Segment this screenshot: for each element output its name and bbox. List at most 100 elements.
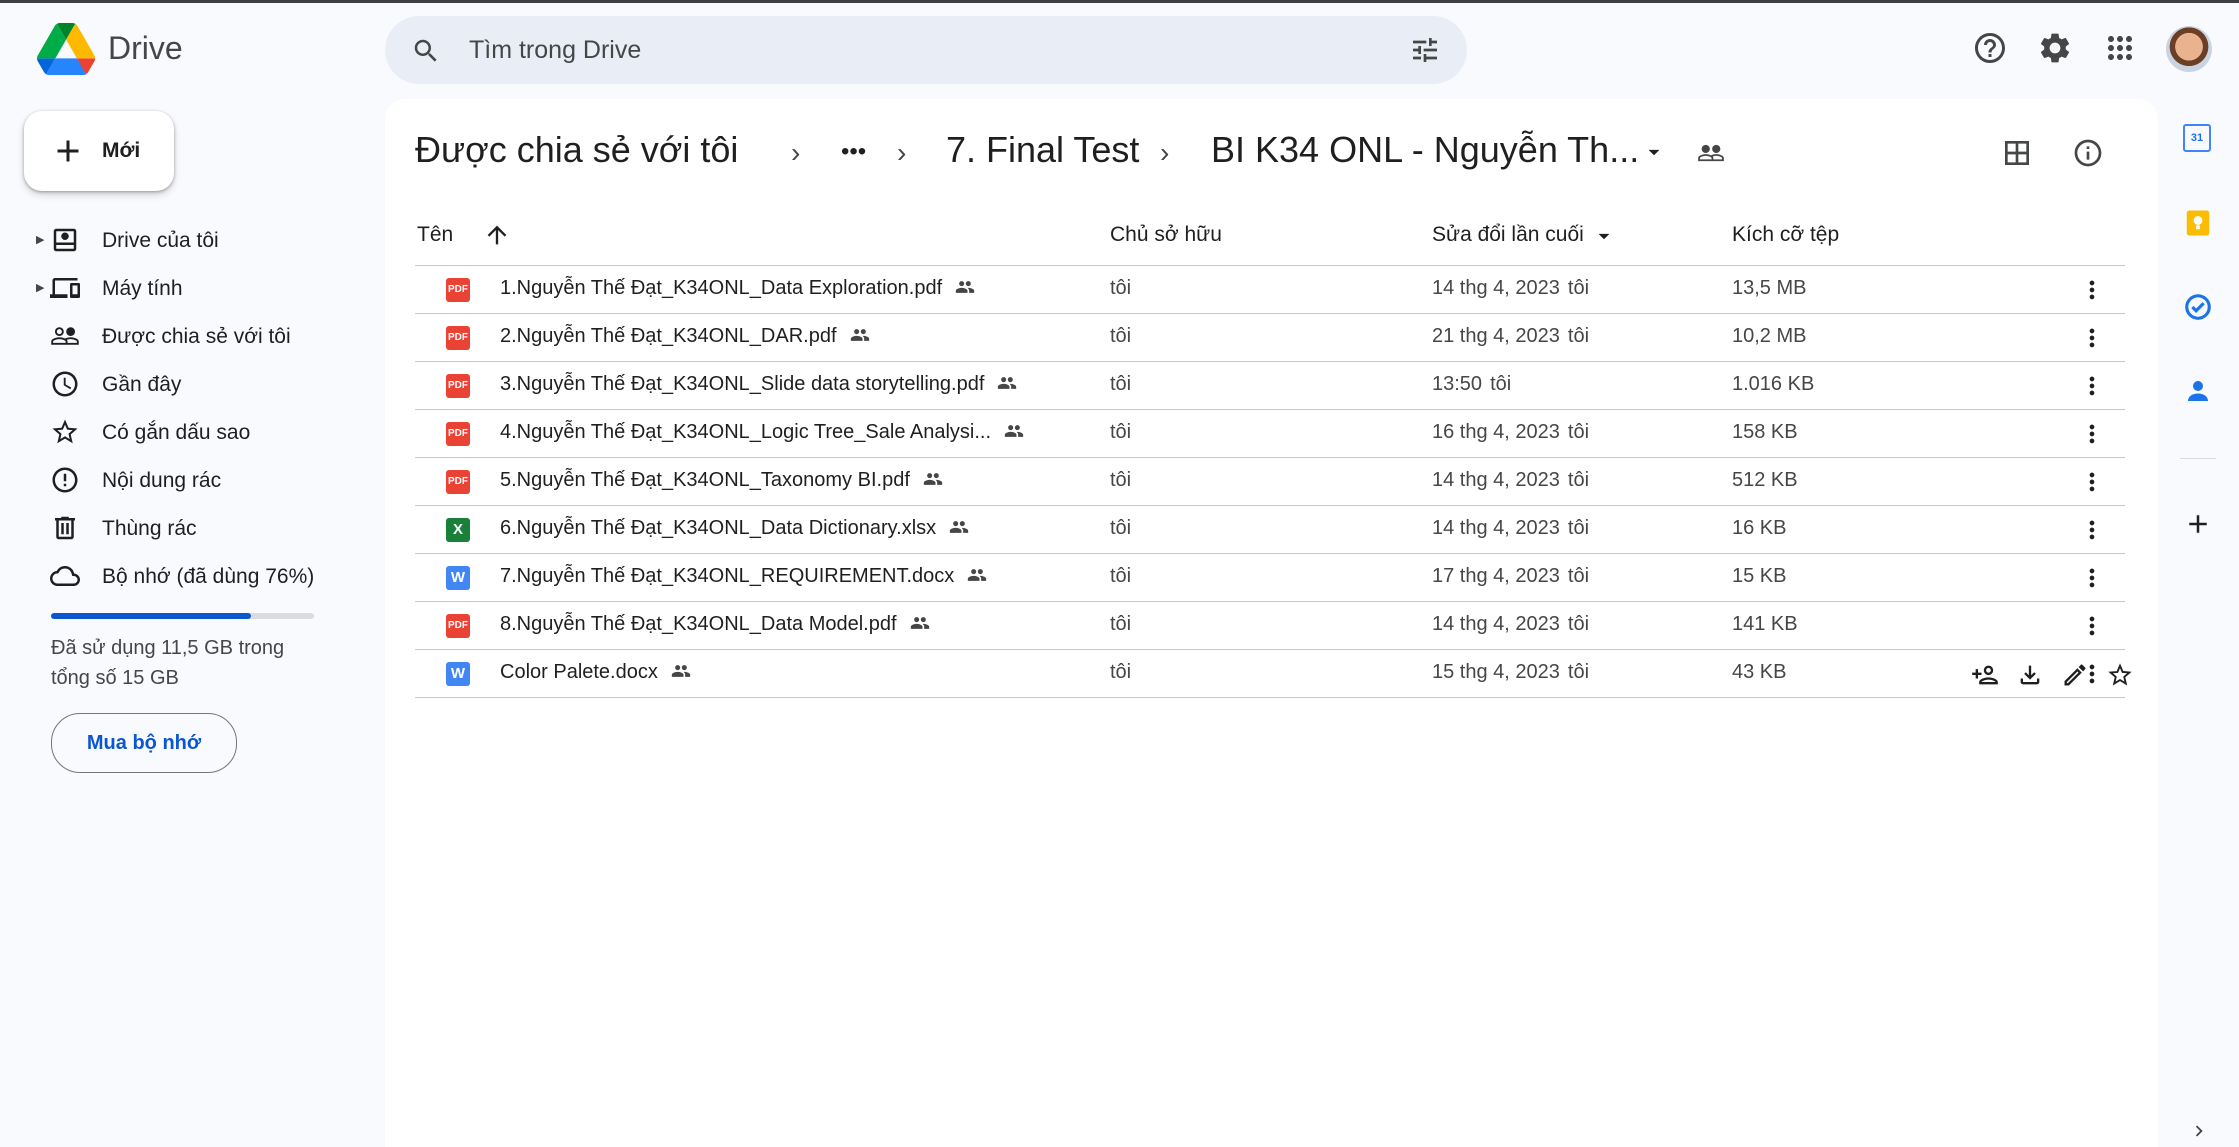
sidebar-item-label: Máy tính: [102, 277, 183, 300]
file-name[interactable]: 2.Nguyễn Thế Đạt_K34ONL_DAR.pdf: [500, 325, 873, 348]
more-actions-icon[interactable]: [2078, 468, 2106, 496]
download-icon[interactable]: [2016, 661, 2044, 689]
file-row[interactable]: PDF 5.Nguyễn Thế Đạt_K34ONL_Taxonomy BI.p…: [415, 458, 2125, 506]
apps-grid-icon[interactable]: [2102, 30, 2138, 66]
search-input[interactable]: Tìm trong Drive: [469, 36, 641, 65]
search-bar[interactable]: Tìm trong Drive: [385, 16, 1467, 84]
file-row[interactable]: W 7.Nguyễn Thế Đạt_K34ONL_REQUIREMENT.doc…: [415, 554, 2125, 602]
new-button[interactable]: Mới: [24, 111, 174, 191]
sidebar-item-trash[interactable]: Thùng rác: [36, 509, 356, 549]
pdf-file-icon: PDF: [446, 278, 470, 302]
calendar-icon[interactable]: 31: [2183, 124, 2211, 152]
buy-storage-button[interactable]: Mua bộ nhớ: [51, 713, 237, 773]
keep-icon[interactable]: [2183, 208, 2213, 238]
file-row[interactable]: PDF 1.Nguyễn Thế Đạt_K34ONL_Data Explorat…: [415, 266, 2125, 314]
modified-date: 15 thg 4, 2023: [1432, 661, 1560, 683]
file-row[interactable]: PDF 4.Nguyễn Thế Đạt_K34ONL_Logic Tree_Sa…: [415, 410, 2125, 458]
file-row[interactable]: PDF 2.Nguyễn Thế Đạt_K34ONL_DAR.pdf tôi 21 …: [415, 314, 2125, 362]
breadcrumb-folder[interactable]: 7. Final Test: [946, 129, 1139, 171]
sort-ascending-icon[interactable]: [483, 221, 511, 249]
more-actions-icon[interactable]: [2078, 564, 2106, 592]
sidebar-item-my-drive[interactable]: ▶ Drive của tôi: [36, 221, 356, 261]
star-outline-icon[interactable]: [2106, 661, 2134, 689]
dropdown-arrow-icon[interactable]: [1641, 139, 1667, 165]
search-options-icon[interactable]: [1409, 34, 1441, 66]
file-name[interactable]: 1.Nguyễn Thế Đạt_K34ONL_Data Exploration…: [500, 277, 978, 300]
modified-date: 14 thg 4, 2023: [1432, 469, 1560, 491]
file-name-text: 2.Nguyễn Thế Đạt_K34ONL_DAR.pdf: [500, 325, 837, 347]
file-name-text: Color Palete.docx: [500, 661, 658, 683]
expand-caret-icon[interactable]: ▶: [36, 281, 44, 294]
file-name[interactable]: 7.Nguyễn Thế Đạt_K34ONL_REQUIREMENT.docx: [500, 565, 990, 588]
grid-view-icon[interactable]: [2001, 137, 2033, 169]
file-name[interactable]: Color Palete.docx: [500, 661, 694, 684]
column-size[interactable]: Kích cỡ tệp: [1732, 223, 1839, 247]
sidebar-item-storage[interactable]: Bộ nhớ (đã dùng 76%): [36, 557, 356, 597]
sidebar-item-label: Được chia sẻ với tôi: [102, 325, 291, 348]
modified-date: 21 thg 4, 2023: [1432, 325, 1560, 347]
pdf-file-icon: PDF: [446, 470, 470, 494]
file-name[interactable]: 6.Nguyễn Thế Đạt_K34ONL_Data Dictionary.…: [500, 517, 972, 540]
file-size: 158 KB: [1732, 421, 1798, 443]
sidebar-item-recent[interactable]: Gần đây: [36, 365, 356, 405]
chevron-right-icon[interactable]: [2188, 1120, 2210, 1142]
file-row[interactable]: PDF 3.Nguyễn Thế Đạt_K34ONL_Slide data st…: [415, 362, 2125, 410]
shared-people-icon: [910, 617, 929, 629]
sidebar-item-starred[interactable]: Có gắn dấu sao: [36, 413, 356, 453]
drive-logo-icon[interactable]: [37, 23, 96, 75]
column-modified[interactable]: Sửa đổi lần cuối: [1432, 223, 1584, 247]
info-icon[interactable]: [2072, 137, 2104, 169]
breadcrumb-current[interactable]: BI K34 ONL - Nguyễn Th...: [1211, 129, 1639, 171]
share-person-icon[interactable]: [1971, 661, 1999, 689]
file-modified: 14 thg 4, 2023 tôi: [1432, 277, 1589, 300]
modified-date: 17 thg 4, 2023: [1432, 565, 1560, 587]
file-size: 15 KB: [1732, 565, 1787, 587]
file-modified: 17 thg 4, 2023 tôi: [1432, 565, 1589, 588]
sort-dropdown-icon[interactable]: [1591, 223, 1617, 249]
breadcrumb-more[interactable]: •••: [841, 127, 866, 177]
file-owner: tôi: [1110, 277, 1132, 299]
sidebar-item-shared-with-me[interactable]: Được chia sẻ với tôi: [36, 317, 356, 357]
file-name[interactable]: 5.Nguyễn Thế Đạt_K34ONL_Taxonomy BI.pdf: [500, 469, 946, 492]
file-row[interactable]: X 6.Nguyễn Thế Đạt_K34ONL_Data Dictionary…: [415, 506, 2125, 554]
column-name[interactable]: Tên: [417, 223, 453, 247]
file-size: 43 KB: [1732, 661, 1787, 683]
more-actions-icon[interactable]: [2078, 612, 2106, 640]
file-name[interactable]: 8.Nguyễn Thế Đạt_K34ONL_Data Model.pdf: [500, 613, 933, 636]
file-row[interactable]: W Color Palete.docx tôi 15 thg 4, 2023 tôi 43…: [415, 650, 2132, 698]
more-actions-icon[interactable]: [2078, 324, 2106, 352]
add-icon[interactable]: [2183, 509, 2213, 539]
help-icon[interactable]: [1972, 30, 2008, 66]
more-actions-icon[interactable]: [2078, 372, 2106, 400]
storage-usage-bar: [51, 613, 314, 619]
file-name[interactable]: 4.Nguyễn Thế Đạt_K34ONL_Logic Tree_Sale …: [500, 421, 1027, 444]
star-icon: [52, 419, 78, 444]
search-icon[interactable]: [411, 36, 441, 66]
expand-caret-icon[interactable]: ▶: [36, 233, 44, 246]
more-actions-icon[interactable]: [2078, 276, 2106, 304]
tasks-icon[interactable]: [2183, 292, 2213, 322]
account-avatar[interactable]: [2166, 26, 2212, 72]
settings-icon[interactable]: [2037, 30, 2073, 66]
more-actions-icon[interactable]: [2078, 420, 2106, 448]
file-modified: 13:50 tôi: [1432, 373, 1511, 396]
more-actions-icon[interactable]: [2078, 660, 2106, 688]
breadcrumb-root[interactable]: Được chia sẻ với tôi: [415, 129, 738, 171]
column-owner[interactable]: Chủ sở hữu: [1110, 223, 1222, 247]
docx-file-icon: W: [446, 662, 470, 686]
file-name[interactable]: 3.Nguyễn Thế Đạt_K34ONL_Slide data story…: [500, 373, 1020, 396]
more-actions-icon[interactable]: [2078, 516, 2106, 544]
xlsx-file-icon: X: [446, 518, 470, 542]
shared-people-icon: [998, 377, 1017, 389]
computers-icon: [50, 278, 80, 298]
modified-by: tôi: [1567, 277, 1590, 299]
sidebar-item-spam[interactable]: Nội dung rác: [36, 461, 356, 501]
file-owner: tôi: [1110, 517, 1132, 539]
contacts-icon[interactable]: [2183, 376, 2213, 406]
table-header: Tên Chủ sở hữu Sửa đổi lần cuối Kích cỡ …: [415, 219, 2125, 266]
file-row[interactable]: PDF 8.Nguyễn Thế Đạt_K34ONL_Data Model.pd…: [415, 602, 2125, 650]
file-owner: tôi: [1110, 613, 1132, 635]
sidebar-item-computers[interactable]: ▶ Máy tính: [36, 269, 356, 309]
file-modified: 21 thg 4, 2023 tôi: [1432, 325, 1589, 348]
shared-folder-icon[interactable]: [1697, 139, 1725, 167]
